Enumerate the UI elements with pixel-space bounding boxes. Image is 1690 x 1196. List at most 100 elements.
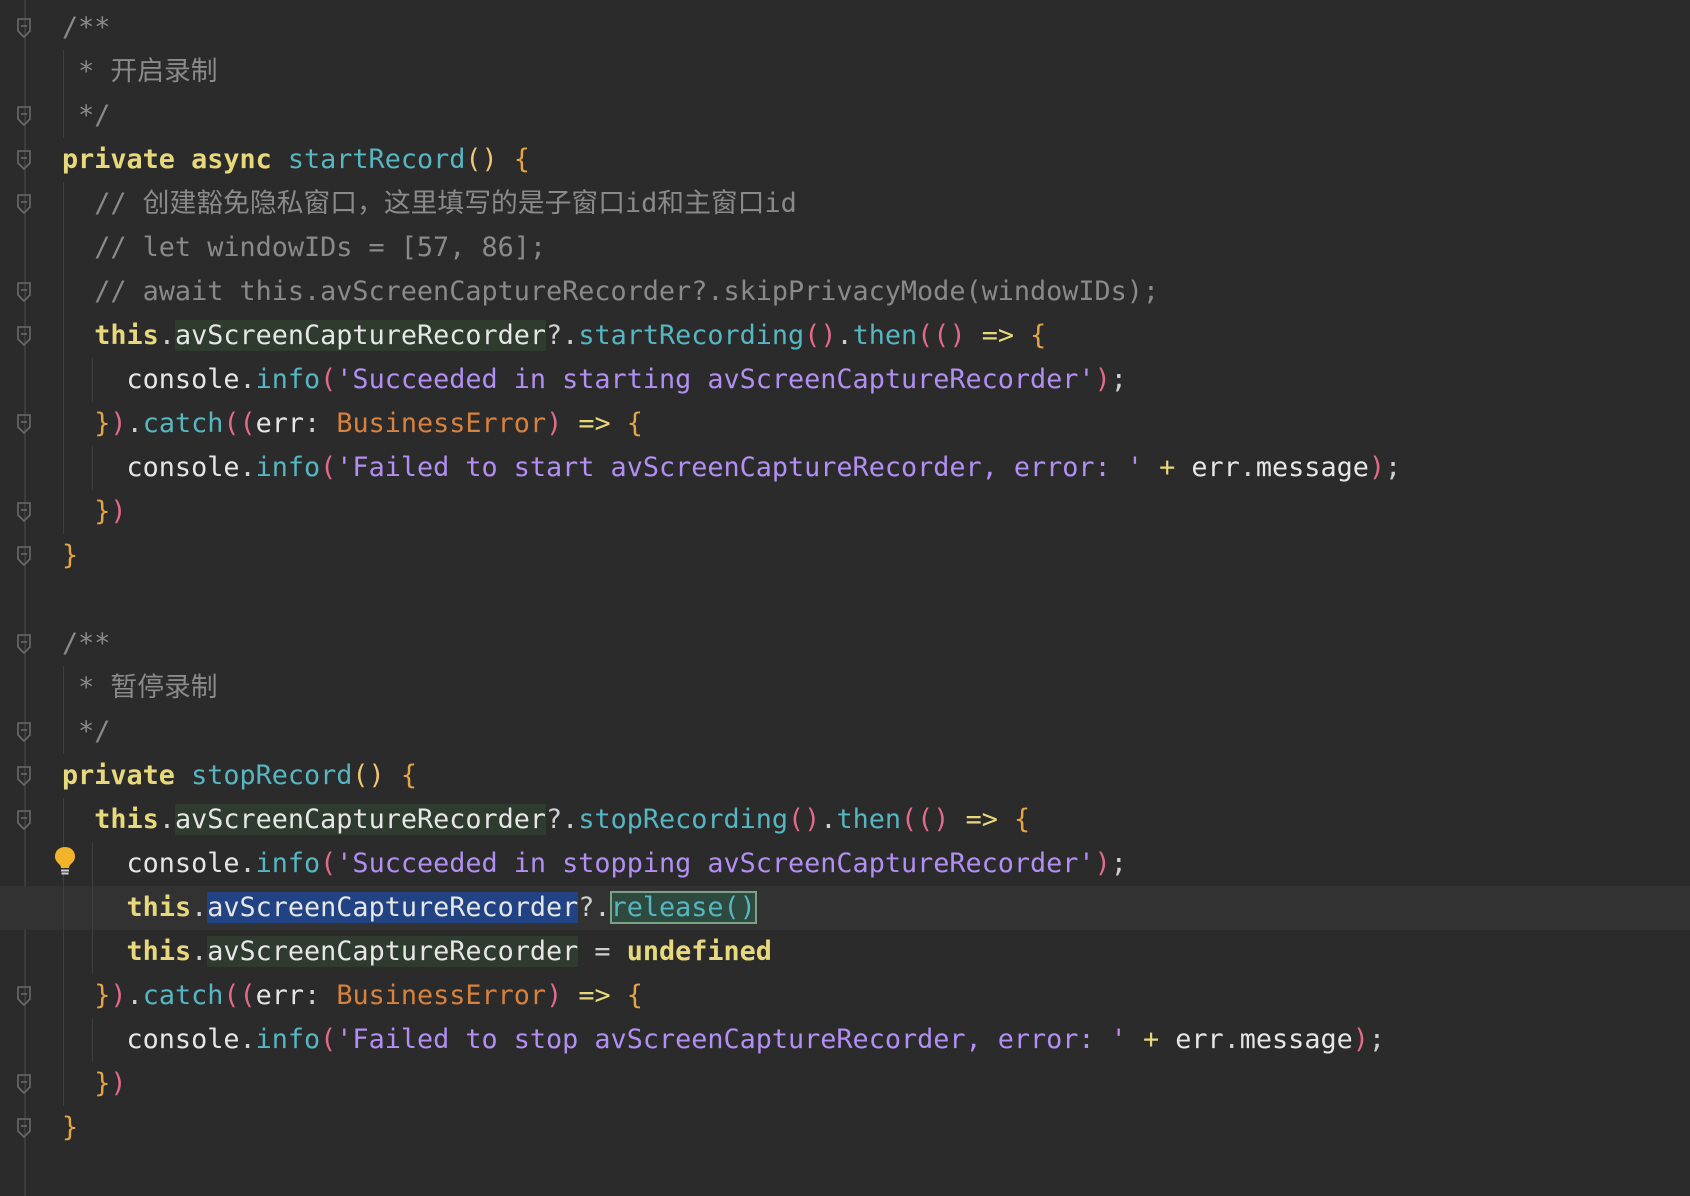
code-token-fn: info	[255, 452, 321, 483]
code-line[interactable]: private stopRecord() {	[0, 754, 1690, 798]
code-line[interactable]: }).catch((err: BusinessError) => {	[0, 974, 1690, 1018]
code-token-comment: // let windowIDs = [57, 86];	[62, 232, 546, 263]
code-token-fn: stopRecord	[191, 760, 353, 791]
code-token-type: BusinessError	[336, 408, 547, 439]
code-token-fn: startRecording	[578, 320, 805, 351]
code-token-op: =>	[949, 804, 1014, 835]
code-line[interactable]: console.info('Failed to start avScreenCa…	[0, 446, 1690, 490]
indent-guide	[92, 886, 94, 930]
code-line[interactable]: }	[0, 534, 1690, 578]
code-token-brace: }	[94, 408, 111, 439]
code-line[interactable]	[0, 578, 1690, 622]
code-token-punc: ;	[1368, 1024, 1385, 1055]
indent-guide	[92, 1018, 94, 1062]
indent-guide	[63, 1062, 64, 1106]
code-token-fn: then	[836, 804, 902, 835]
code-line[interactable]: this.avScreenCaptureRecorder = undefined	[0, 930, 1690, 974]
code-token-paren1: )	[110, 408, 127, 439]
indent-guide	[63, 710, 64, 754]
code-token-type: BusinessError	[336, 980, 547, 1011]
indent-guide	[63, 314, 64, 358]
code-line[interactable]: })	[0, 490, 1690, 534]
current-code-line[interactable]: this.avScreenCaptureRecorder?.release()	[0, 886, 1690, 930]
code-token-comment: /**	[62, 628, 111, 659]
code-token-op: +	[1126, 1024, 1176, 1055]
code-token-punc: :	[304, 408, 337, 439]
code-token-paren1: (	[320, 848, 337, 879]
code-token-punc: .	[158, 804, 175, 835]
code-token-punc: ?.	[578, 892, 611, 923]
code-token-punc: :	[304, 980, 337, 1011]
code-token-str: 'Failed to stop avScreenCaptureRecorder,…	[336, 1024, 1127, 1055]
code-token-punc: .	[820, 804, 837, 835]
code-token-punc: .	[836, 320, 853, 351]
code-token-kw: undefined	[626, 936, 772, 967]
code-line[interactable]: */	[0, 94, 1690, 138]
code-line[interactable]: console.info('Succeeded in stopping avSc…	[0, 842, 1690, 886]
code-line[interactable]: console.info('Failed to stop avScreenCap…	[0, 1018, 1690, 1062]
code-line[interactable]: console.info('Succeeded in starting avSc…	[0, 358, 1690, 402]
code-line[interactable]: }).catch((err: BusinessError) => {	[0, 402, 1690, 446]
code-token-brace: {	[626, 980, 643, 1011]
code-token-fn: info	[255, 848, 321, 879]
code-token-paren1: ()	[804, 320, 837, 351]
code-line[interactable]: /**	[0, 622, 1690, 666]
code-token-comment: * 开启录制	[62, 56, 218, 87]
code-token-punc: ;	[1384, 452, 1402, 483]
code-token-punc: .	[126, 980, 143, 1011]
code-line[interactable]: private async startRecord() {	[0, 138, 1690, 182]
code-token-paren1: )	[933, 804, 950, 835]
indent-guide	[92, 930, 94, 974]
code-token-punc: .	[1239, 452, 1256, 483]
code-token-plain: console	[62, 452, 240, 483]
code-token-op: +	[1142, 452, 1192, 483]
code-token-comment: /**	[62, 12, 111, 43]
code-token-comment: */	[62, 100, 111, 131]
code-token-punc: =	[578, 936, 627, 967]
code-token-fn: startRecord	[287, 144, 466, 175]
code-token-kw: this	[126, 936, 192, 967]
code-token-paren1: ((	[917, 320, 950, 351]
code-line[interactable]: }	[0, 1106, 1690, 1150]
code-line[interactable]: /**	[0, 6, 1690, 50]
code-line[interactable]: // 创建豁免隐私窗口，这里填写的是子窗口id和主窗口id	[0, 182, 1690, 226]
code-line[interactable]: // let windowIDs = [57, 86];	[0, 226, 1690, 270]
indent-guide	[63, 50, 64, 94]
lightbulb-icon[interactable]	[52, 845, 78, 877]
code-line[interactable]: this.avScreenCaptureRecorder?.stopRecord…	[0, 798, 1690, 842]
code-token-op: =>	[965, 320, 1031, 351]
code-token-paren1: )	[110, 1068, 127, 1099]
code-token-plain: err	[1191, 452, 1240, 483]
code-line[interactable]: })	[0, 1062, 1690, 1106]
code-line[interactable]: * 暂停录制	[0, 666, 1690, 710]
indent-guide	[63, 974, 64, 1018]
indent-guide	[63, 94, 64, 138]
code-token-paren1: )	[110, 496, 127, 527]
code-token-kw: private	[62, 144, 175, 175]
code-token-paren1: ((	[223, 408, 256, 439]
code-line[interactable]: * 开启录制	[0, 50, 1690, 94]
code-token-plain: console	[62, 364, 240, 395]
code-token-paren1: ()	[788, 804, 821, 835]
code-line[interactable]: */	[0, 710, 1690, 754]
code-token-paren1: (	[320, 452, 337, 483]
code-token-fn: catch	[142, 408, 224, 439]
code-token-punc: .	[126, 408, 143, 439]
code-token-comment: * 暂停录制	[62, 672, 218, 703]
indent-guide	[63, 1018, 64, 1062]
code-token-brace: }	[94, 1068, 111, 1099]
code-line[interactable]: this.avScreenCaptureRecorder?.startRecor…	[0, 314, 1690, 358]
indent-guide	[63, 930, 64, 974]
indent-guide	[63, 798, 64, 842]
code-line[interactable]: // await this.avScreenCaptureRecorder?.s…	[0, 270, 1690, 314]
code-token-brace: }	[62, 1112, 79, 1143]
code-token-paren1: ((	[901, 804, 934, 835]
code-token-str: 'Succeeded in stopping avScreenCaptureRe…	[336, 848, 1095, 879]
code-token-kw: this	[94, 804, 159, 835]
code-token-punc: .	[239, 1024, 256, 1055]
